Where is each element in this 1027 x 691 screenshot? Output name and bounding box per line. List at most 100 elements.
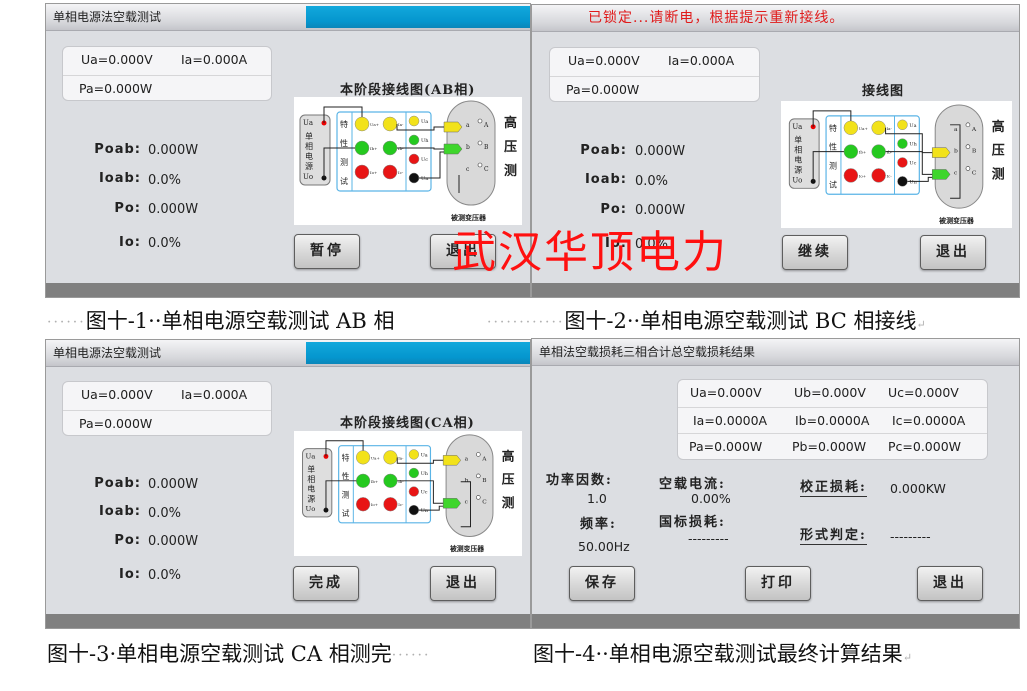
- wiring-diagram-svg: Ua单相电源Uo特性测试Ua+ Ia-Ib+ Ib-Io+ Ic-UaUhUcUnab…: [299, 100, 517, 222]
- high-voltage-label: 高: [502, 448, 515, 463]
- terminal-label: Uc: [421, 157, 428, 163]
- current-terminal-icon: [383, 497, 398, 512]
- source-label: Uo: [303, 173, 313, 181]
- source-label: 电: [307, 484, 315, 494]
- exit-button[interactable]: 退出: [920, 235, 986, 270]
- voltage-terminal-icon: [897, 176, 908, 187]
- print-button[interactable]: 打印: [745, 566, 811, 601]
- source-label: Uo: [305, 505, 315, 513]
- corrected-loss-label: 校正损耗:: [800, 476, 867, 497]
- caption-text: 图十-3·单相电源空载测试 CA 相测完: [47, 642, 392, 666]
- caption-text: 图十-4··单相电源空载测试最终计算结果: [533, 642, 903, 666]
- high-voltage-label: 高: [504, 115, 517, 131]
- window-titlebar: 已锁定...请断电，根据提示重新接线。: [532, 5, 1019, 32]
- measurement-box: Ua=0.000V Ia=0.000A Pa=0.000W: [62, 381, 272, 436]
- stat-label: Poab:: [580, 143, 627, 158]
- pa-readout: Pa=0.000W: [689, 439, 763, 454]
- tester-label: 性: [829, 142, 837, 152]
- stat-label: Ioab:: [584, 172, 627, 187]
- terminal-label: Ib+: [370, 146, 378, 151]
- high-side-terminal: [965, 166, 971, 171]
- high-side-terminal: [476, 452, 481, 457]
- high-side-terminal: [965, 144, 971, 149]
- current-terminal-icon: [843, 144, 859, 159]
- stat-value: 0.000W: [148, 534, 199, 549]
- wiring-diagram-svg: Ua单相电源Uo特性测试Ua+ Ia-Ib+ Ib-Io+ Ic-UaUhUcUnab…: [788, 104, 1005, 225]
- diagram-title: 本阶段接线图(CA相): [340, 416, 475, 431]
- std-loss-value: ---------: [688, 531, 729, 546]
- paragraph-mark: ↵: [902, 651, 913, 664]
- green-clip-icon: [443, 143, 463, 155]
- finish-button[interactable]: 完成: [293, 566, 359, 601]
- diagram-title: 本阶段接线图(AB相): [340, 83, 476, 98]
- voltage-terminal-icon: [408, 153, 420, 165]
- wiring-diagram: Ua 单相电源 Uo 特性测试 Ua+ Ia- Ib+ Ib- Io+ Ic- Ua Uh Uc Un a b…: [294, 97, 522, 225]
- leader-dots: ······: [47, 314, 86, 331]
- terminal-label: Ic-: [398, 502, 404, 507]
- current-terminal-icon: [843, 168, 859, 183]
- voltage-terminal-icon: [897, 157, 908, 168]
- figure-caption-4: 图十-4··单相电源空载测试最终计算结果↵: [533, 638, 912, 668]
- source-label: 源: [307, 494, 315, 503]
- terminal-label: Ic-: [398, 170, 404, 175]
- high-side-label: B: [484, 144, 489, 151]
- window-title: 单相法空载损耗三相合计总空载损耗结果: [539, 345, 756, 359]
- window-titlebar: 单相电源法空载测试: [46, 4, 530, 31]
- low-side-label: a: [466, 122, 470, 129]
- current-terminal-icon: [354, 116, 370, 132]
- high-voltage-label: 压: [992, 144, 1005, 159]
- stat-value: 0.0%: [148, 506, 182, 521]
- tester-label: 性: [340, 138, 348, 148]
- high-side-label: A: [971, 126, 977, 133]
- continue-button[interactable]: 继续: [782, 235, 848, 270]
- green-clip-icon: [931, 169, 951, 180]
- low-side-label: a: [465, 456, 469, 462]
- noload-current-label: 空载电流:: [659, 477, 726, 492]
- corrected-loss-value: 0.000KW: [890, 481, 946, 496]
- source-label: 电: [794, 155, 802, 165]
- ua-readout: Ua=0.000V: [690, 385, 762, 400]
- window-title: 单相电源法空载测试: [53, 346, 162, 360]
- std-loss-label: 国标损耗:: [659, 515, 726, 530]
- ua-readout: Ua=0.000V: [81, 52, 153, 67]
- frequency-label: 频率:: [580, 517, 617, 532]
- source-label: Ua: [303, 119, 313, 127]
- figure-caption-3: 图十-3·单相电源空载测试 CA 相测完······: [47, 638, 430, 668]
- ib-readout: Ib=0.0000A: [795, 413, 870, 428]
- terminal-label: Uh: [421, 471, 428, 477]
- low-side-label: b: [466, 144, 470, 151]
- terminal-label: Io+: [859, 173, 866, 178]
- current-terminal-icon: [871, 120, 886, 135]
- exit-button[interactable]: 退出: [430, 566, 496, 601]
- terminal-label: Ua+: [859, 126, 868, 131]
- ic-readout: Ic=0.0000A: [892, 413, 966, 428]
- lock-warning-message: 已锁定...请断电，根据提示重新接线。: [588, 10, 845, 26]
- save-button[interactable]: 保存: [569, 566, 635, 601]
- diagram-title: 接线图: [862, 84, 905, 99]
- verdict-value: ---------: [890, 529, 931, 544]
- leader-dots: ······: [487, 314, 526, 331]
- exit-button[interactable]: 退出: [917, 566, 983, 601]
- source-label: 源: [794, 165, 802, 174]
- stat-label: Ioab:: [98, 504, 141, 519]
- ia-readout: Ia=0.000A: [181, 52, 248, 67]
- transformer-body: [445, 434, 494, 537]
- current-terminal-icon: [871, 168, 886, 183]
- terminal-label: Ua: [909, 123, 916, 129]
- tester-label: 特: [342, 452, 350, 462]
- figure-caption-1: ······图十-1··单相电源空载测试 AB 相: [47, 305, 394, 335]
- voltage-terminal-icon: [897, 138, 908, 149]
- terminal-label: Io+: [371, 502, 378, 507]
- pa-readout: Pa=0.000W: [79, 81, 153, 96]
- transformer-label: 被测变压器: [939, 216, 974, 225]
- stat-label: Po:: [114, 201, 141, 216]
- source-label: 源: [305, 162, 313, 171]
- stat-value: 0.000W: [148, 202, 199, 217]
- ia-readout: Ia=0.000A: [668, 53, 735, 68]
- source-label: 相: [307, 474, 315, 484]
- high-voltage-label: 高: [992, 119, 1005, 135]
- tester-label: 性: [342, 471, 350, 481]
- pause-button[interactable]: 暂停: [294, 234, 360, 269]
- source-label: Uo: [792, 176, 802, 184]
- source-label: Ua: [305, 452, 315, 460]
